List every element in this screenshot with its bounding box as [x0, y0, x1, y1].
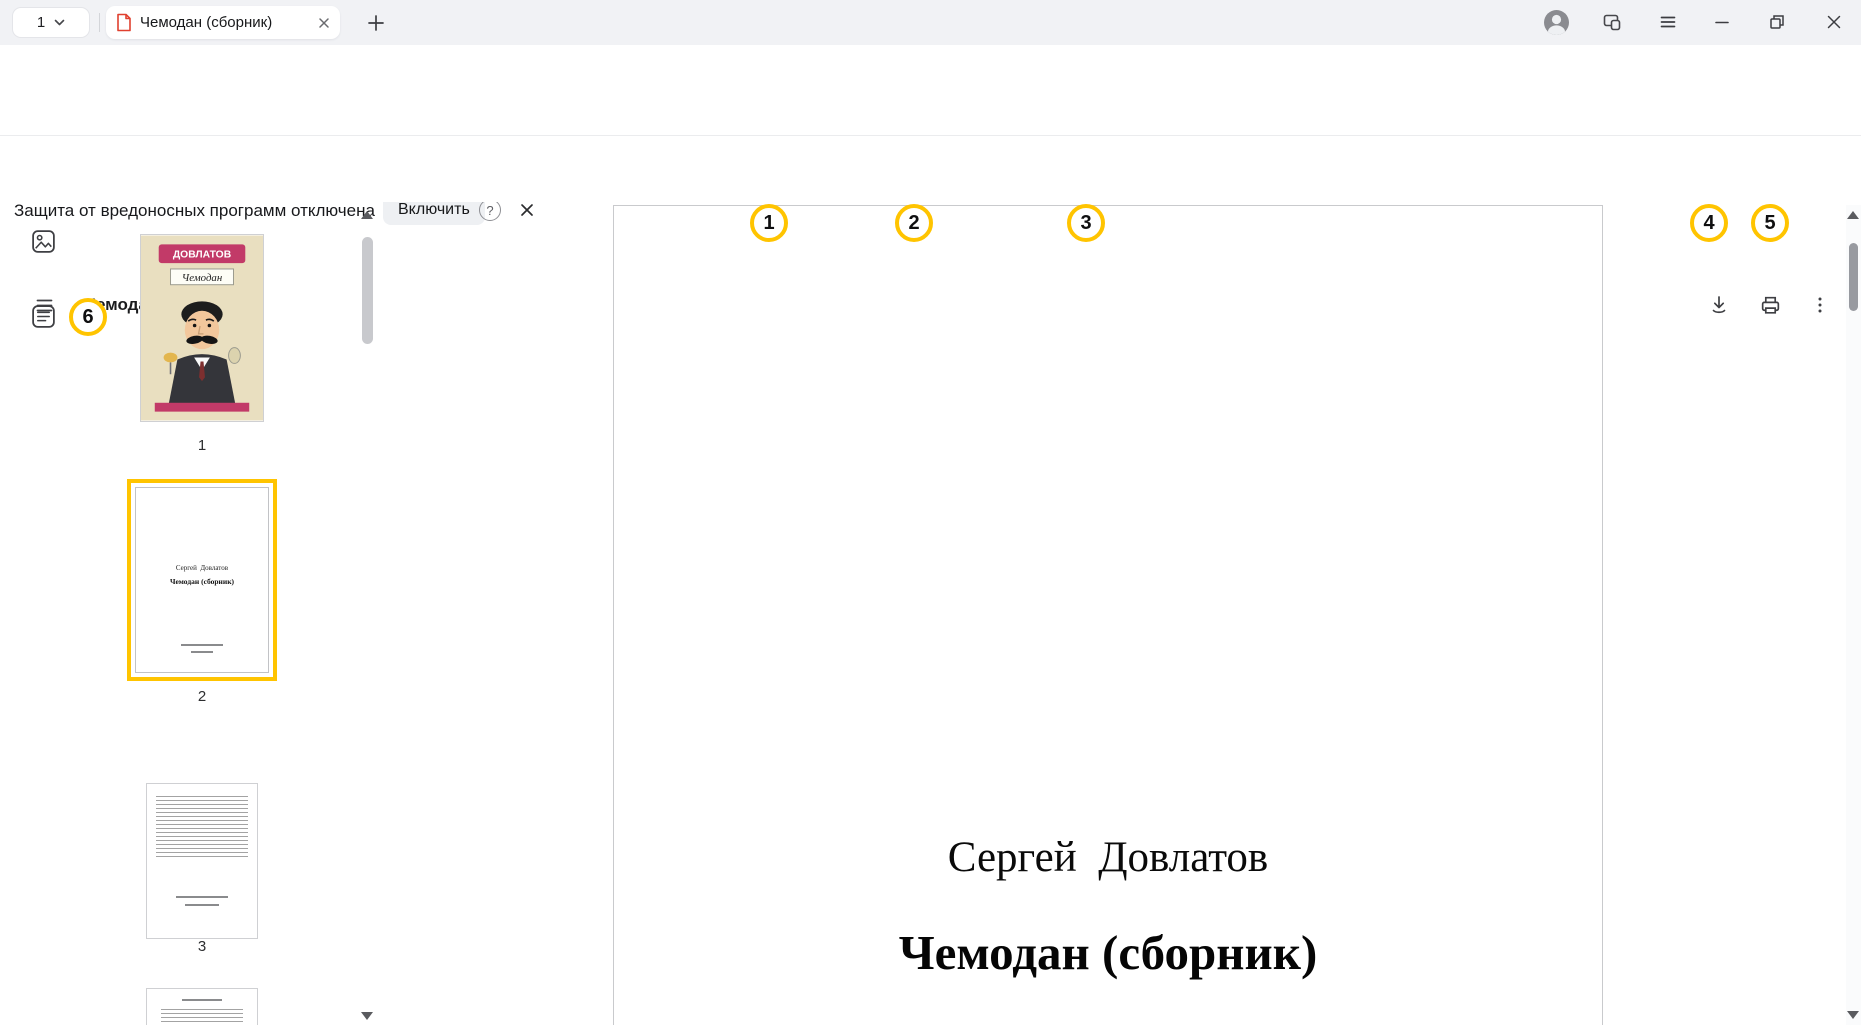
book-cover-art: ДОВЛАТОВ Чемодан [141, 235, 263, 421]
main-scrollbar[interactable] [1846, 205, 1861, 1025]
tab-close-icon[interactable] [318, 17, 330, 29]
thumbnail-page-4-partial[interactable] [146, 988, 258, 1025]
tab-counter-button[interactable]: 1 [12, 7, 90, 38]
mini-paragraph [161, 1009, 243, 1025]
thumbnail-page-3[interactable] [146, 783, 258, 939]
mini-author: Сергей Довлатов [136, 564, 268, 572]
thumbnail-scrollbar-thumb[interactable] [362, 237, 373, 344]
mini-title: Чемодан (сборник) [136, 577, 268, 586]
thumbnail-scroll-down-arrow[interactable] [361, 1012, 373, 1020]
security-message: Защита от вредоносных программ отключена [14, 201, 375, 221]
main-scroll-up-arrow[interactable] [1847, 211, 1859, 219]
tabbar-divider [99, 13, 100, 32]
main-scrollbar-thumb[interactable] [1849, 243, 1858, 311]
thumbnail-label-1: 1 [140, 437, 264, 454]
tab-title: Чемодан (сборник) [140, 14, 310, 31]
pdf-toolbar: Чемодан (сборник) 2 / 21 100% [0, 136, 1861, 202]
chevron-down-icon [54, 19, 65, 26]
mini-imprint-line [191, 651, 213, 653]
annotation-marker-4: 4 [1690, 204, 1728, 242]
mini-text-line [185, 904, 219, 906]
mini-heading-line [182, 999, 222, 1001]
annotation-marker-1: 1 [750, 204, 788, 242]
mini-paragraph [156, 796, 248, 858]
window-close-button[interactable] [1820, 8, 1848, 36]
profile-avatar[interactable] [1542, 8, 1570, 36]
thumbnail-scrollbar[interactable] [360, 206, 375, 1025]
pdf-file-icon [116, 13, 132, 32]
tab-active[interactable]: Чемодан (сборник) [106, 6, 340, 39]
pdf-page-title: Чемодан (сборник) [614, 924, 1602, 981]
thumbnails-view-icon[interactable] [28, 226, 58, 256]
annotation-marker-3: 3 [1067, 204, 1105, 242]
tab-bar: 1 Чемодан (сборник) [0, 0, 1861, 45]
security-bar: Защита от вредоносных программ отключена… [0, 95, 1861, 136]
annotation-marker-6: 6 [69, 298, 107, 336]
thumbnail-page-2-page: Сергей Довлатов Чемодан (сборник) [135, 487, 269, 673]
annotation-marker-5: 5 [1751, 204, 1789, 242]
help-icon-label: ? [486, 203, 493, 218]
thumbnail-page-2-selected[interactable]: Сергей Довлатов Чемодан (сборник) [127, 479, 277, 681]
side-panel-icon[interactable] [1598, 8, 1626, 36]
cover-title: Чемодан [182, 272, 222, 284]
new-tab-button[interactable] [362, 9, 390, 37]
cover-author: ДОВЛАТОВ [173, 250, 231, 261]
pdf-print-icon[interactable] [1756, 291, 1784, 319]
pdf-page-author: Сергей Довлатов [614, 833, 1602, 882]
tab-counter-value: 1 [37, 14, 45, 31]
mini-text-line [176, 896, 228, 898]
pdf-page: Сергей Довлатов Чемодан (сборник) [613, 205, 1603, 1025]
pdf-download-icon[interactable] [1705, 291, 1733, 319]
address-bar: Я file:///C:/Users/User/Downloads/Чемода… [0, 45, 1861, 95]
main-scroll-down-arrow[interactable] [1847, 1011, 1859, 1019]
browser-window: 1 Чемодан (сборник) [0, 0, 1861, 1025]
thumbnail-label-3: 3 [146, 938, 258, 955]
thumbnail-scroll-up-arrow[interactable] [361, 211, 373, 219]
thumbnail-label-2: 2 [127, 688, 277, 705]
enable-protection-label: Включить [398, 201, 470, 219]
window-restore-button[interactable] [1763, 8, 1791, 36]
window-minimize-button[interactable] [1708, 8, 1736, 36]
help-icon[interactable]: ? [479, 199, 501, 221]
browser-menu-icon[interactable] [1654, 8, 1682, 36]
contents-view-icon[interactable] [28, 301, 58, 331]
pdf-kebab-icon[interactable] [1806, 291, 1834, 319]
mini-imprint-line [181, 644, 223, 646]
annotation-marker-2: 2 [895, 204, 933, 242]
thumbnail-page-1[interactable]: ДОВЛАТОВ Чемодан [140, 234, 264, 422]
